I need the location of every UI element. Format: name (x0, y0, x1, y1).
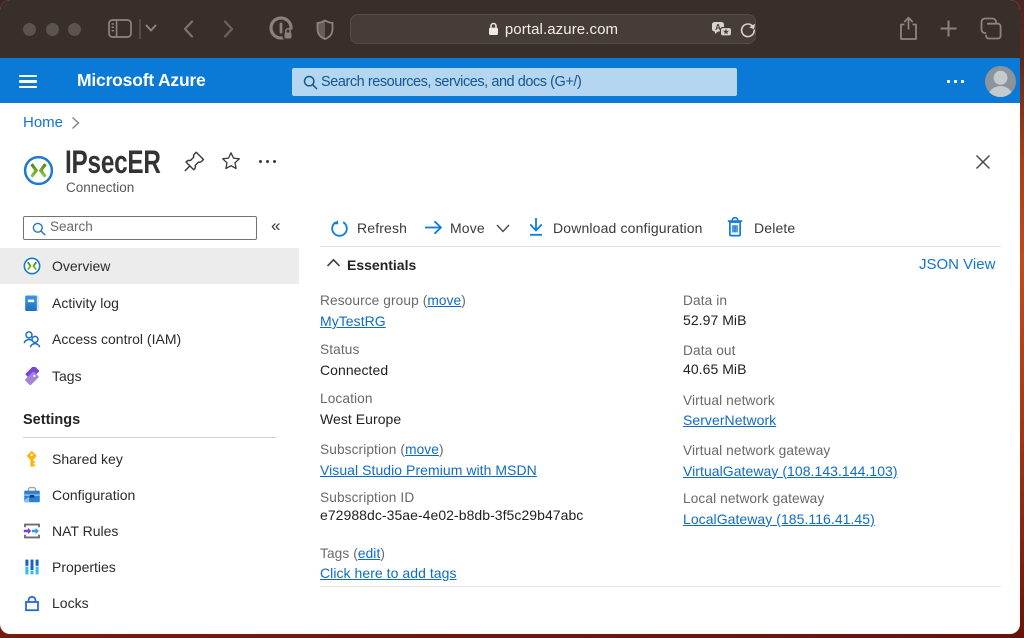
svg-text:★: ★ (723, 28, 730, 36)
